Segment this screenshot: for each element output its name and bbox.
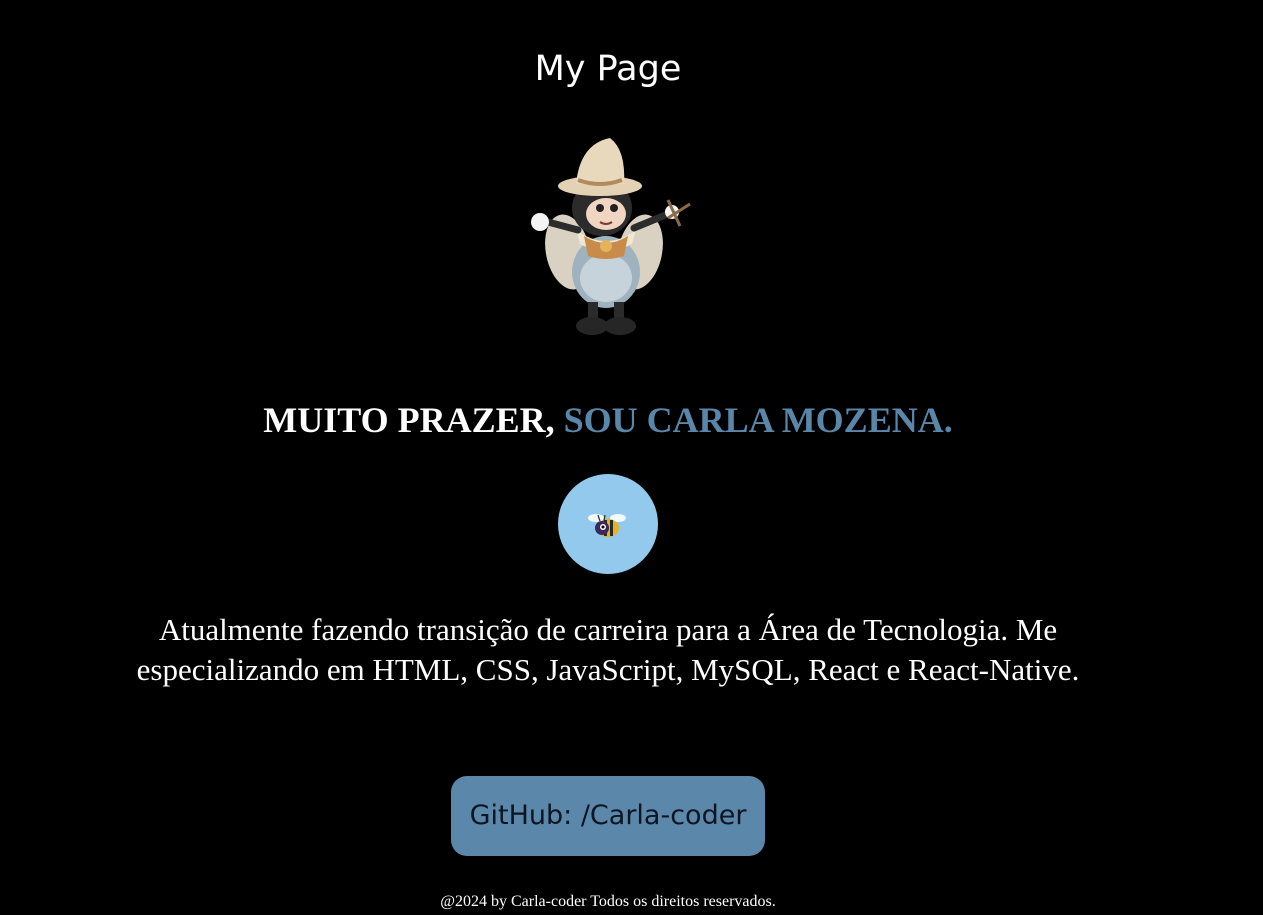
bee-badge (558, 474, 658, 574)
github-link-button[interactable]: GitHub: /Carla-coder (451, 776, 765, 856)
greeting-prefix: MUITO PRAZER, (263, 400, 564, 440)
footer-copyright: @2024 by Carla-coder Todos os direitos r… (440, 893, 776, 910)
greeting-name: SOU CARLA MOZENA. (563, 400, 953, 440)
bee-mascot-illustration (531, 138, 691, 335)
greeting-heading: MUITO PRAZER, SOU CARLA MOZENA. (0, 398, 1216, 442)
page-title: My Page (534, 49, 682, 89)
bee-icon (588, 514, 626, 537)
bio-text: Atualmente fazendo transição de carreira… (136, 612, 1080, 687)
bee-mascot-image (518, 130, 698, 338)
